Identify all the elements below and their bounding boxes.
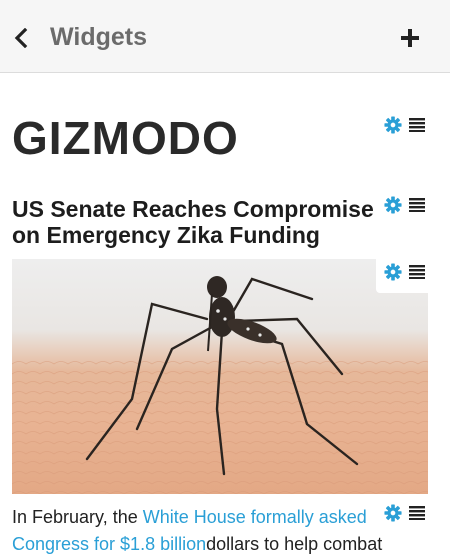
list-icon[interactable]	[409, 265, 425, 279]
summary-text-end: dollars to help combat	[206, 534, 383, 554]
list-icon[interactable]	[409, 198, 425, 212]
list-icon[interactable]	[409, 506, 425, 520]
gear-icon[interactable]	[384, 263, 402, 281]
summary-line-1: In February, the White House formally as…	[12, 504, 378, 531]
list-icon[interactable]	[409, 118, 425, 132]
article-summary: In February, the White House formally as…	[12, 504, 442, 558]
feed-brand-title: GIZMODO	[12, 112, 239, 164]
article-headline[interactable]: US Senate Reaches Compromise on Emergenc…	[12, 196, 382, 248]
headline-line-2: on Emergency Zika Funding	[12, 222, 320, 248]
mosquito-illustration	[12, 276, 428, 494]
white-house-link[interactable]: White House formally asked	[143, 507, 367, 527]
gear-icon[interactable]	[384, 116, 402, 134]
chevron-left-icon[interactable]	[14, 28, 28, 48]
gear-icon[interactable]	[384, 196, 402, 214]
gear-icon[interactable]	[384, 504, 402, 522]
summary-text: In February, the	[12, 507, 143, 527]
navigation-bar: Widgets	[0, 0, 450, 73]
page-title: Widgets	[50, 23, 147, 51]
headline-line-1: US Senate Reaches Compromise	[12, 196, 374, 222]
article-image[interactable]	[12, 259, 428, 494]
plus-icon[interactable]	[401, 29, 419, 47]
congress-link[interactable]: Congress for $1.8 billion	[12, 534, 206, 554]
